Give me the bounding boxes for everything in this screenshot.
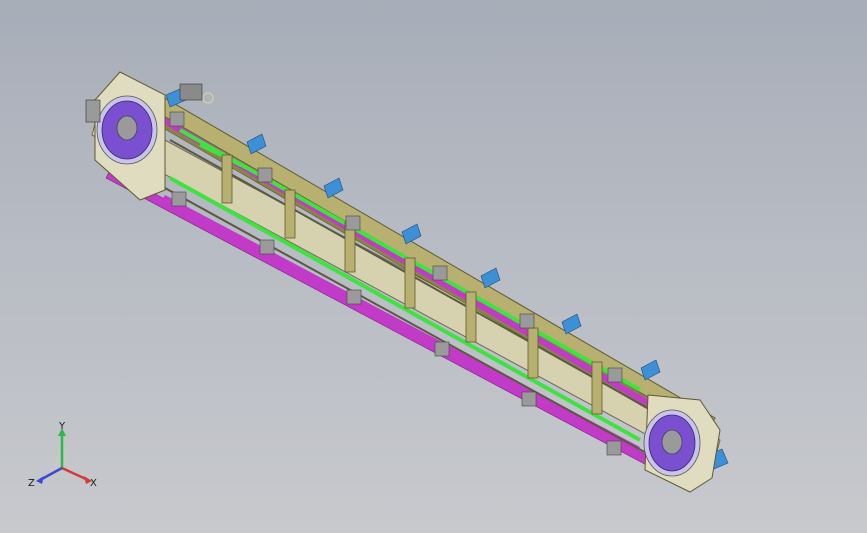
upright <box>465 291 477 343</box>
motor-body <box>179 83 203 101</box>
plate <box>521 391 537 407</box>
bracket <box>246 133 267 155</box>
right-end-cap <box>643 394 721 493</box>
upright <box>284 189 296 239</box>
drive-motor <box>179 83 214 104</box>
upright <box>221 154 233 204</box>
plate <box>171 191 187 207</box>
axis-triad: Y X Z <box>28 421 97 489</box>
plate <box>434 341 450 357</box>
left-sprocket-hub <box>116 115 138 141</box>
lower-chain <box>105 169 691 487</box>
left-end-cap <box>85 71 166 201</box>
model-canvas[interactable]: Y X Z <box>0 0 867 533</box>
upright <box>591 361 603 415</box>
upright <box>404 257 416 309</box>
plate <box>432 265 448 281</box>
conveyor-assembly[interactable] <box>85 71 729 493</box>
bracket <box>323 177 344 199</box>
plate <box>259 239 275 255</box>
bracket <box>561 313 582 335</box>
y-axis-label: Y <box>58 421 66 432</box>
bracket <box>640 359 661 381</box>
left-side-plate <box>85 99 101 123</box>
green-rail-lower <box>169 176 641 442</box>
motor-cable <box>202 92 214 104</box>
plate <box>257 167 273 183</box>
3d-viewport[interactable]: Y X Z <box>0 0 867 533</box>
plate <box>169 111 185 127</box>
z-axis-head <box>36 476 44 484</box>
x-axis-label: X <box>90 478 97 489</box>
plate <box>606 440 622 456</box>
bracket <box>480 267 501 289</box>
plate <box>345 215 361 231</box>
plate <box>607 367 623 383</box>
plate <box>346 289 362 305</box>
z-axis-label: Z <box>28 478 35 489</box>
bracket <box>401 223 422 245</box>
right-sprocket-hub <box>661 429 683 455</box>
top-frame-rail <box>111 71 716 433</box>
upright <box>527 327 539 379</box>
plate <box>519 313 535 329</box>
